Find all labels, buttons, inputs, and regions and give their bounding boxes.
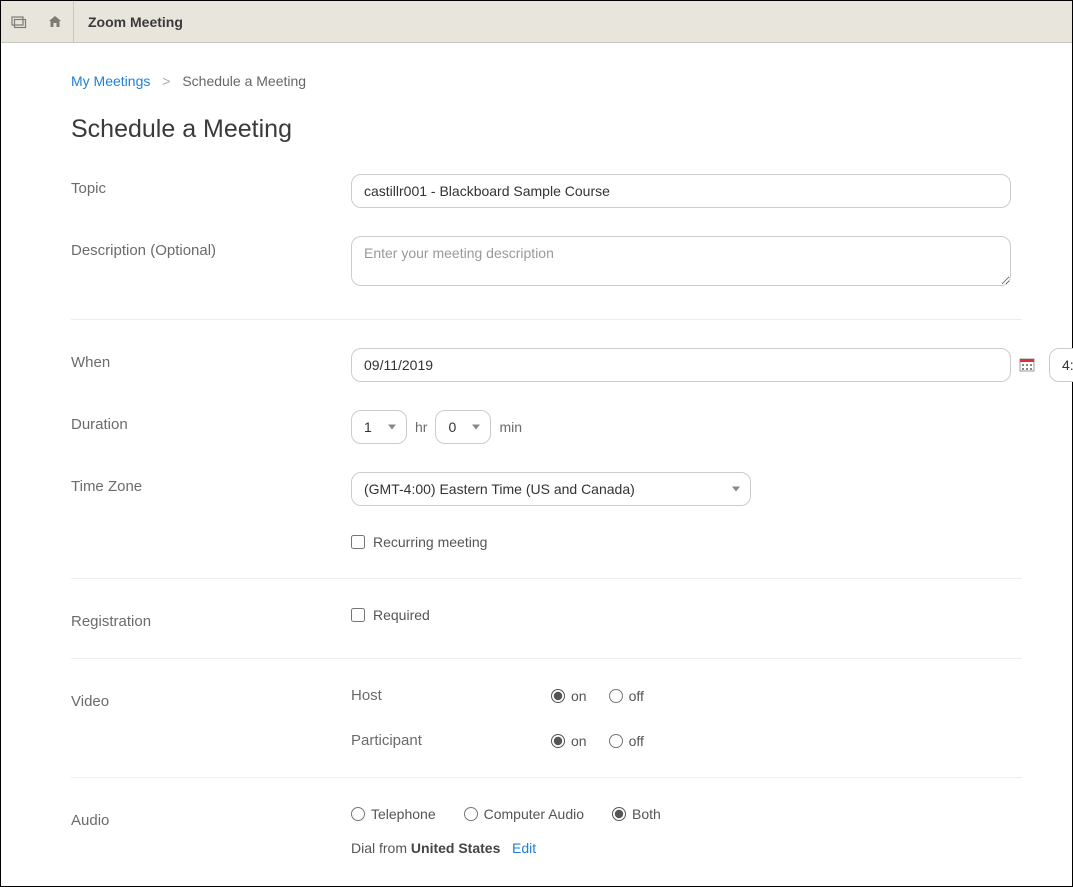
timezone-select[interactable]: (GMT-4:00) Eastern Time (US and Canada) [351,472,751,506]
recurring-checkbox-row[interactable]: Recurring meeting [351,534,1022,550]
video-host-on[interactable]: on [551,688,587,704]
timezone-label: Time Zone [71,472,351,495]
when-label: When [71,348,351,371]
video-participant-on[interactable]: on [551,733,587,749]
registration-required-label: Required [373,607,430,623]
audio-telephone[interactable]: Telephone [351,806,436,822]
video-host-off-radio[interactable] [609,689,623,703]
breadcrumb-current: Schedule a Meeting [182,73,306,89]
audio-both[interactable]: Both [612,806,661,822]
video-label: Video [71,687,351,710]
dial-from-edit-link[interactable]: Edit [512,840,536,856]
duration-min-select[interactable]: 0 [435,410,491,444]
topic-label: Topic [71,174,351,197]
registration-required-row[interactable]: Required [351,607,1022,623]
home-icon[interactable] [37,1,73,42]
dial-from-country: United States [411,840,500,856]
page-title: Schedule a Meeting [71,115,1022,144]
description-label: Description (Optional) [71,236,351,259]
min-label: min [499,419,522,435]
video-host-on-radio[interactable] [551,689,565,703]
window-icon[interactable] [1,1,37,42]
topic-input[interactable] [351,174,1011,208]
time-value: 4:00 [1062,357,1073,373]
registration-label: Registration [71,607,351,630]
duration-hr-select[interactable]: 1 [351,410,407,444]
video-participant-off-radio[interactable] [609,734,623,748]
breadcrumb-separator: > [162,73,170,89]
topbar: Zoom Meeting [1,1,1072,43]
audio-both-radio[interactable] [612,807,626,821]
breadcrumb: My Meetings > Schedule a Meeting [71,73,1022,89]
duration-min-value: 0 [448,419,456,435]
date-input[interactable] [351,348,1011,382]
topbar-title: Zoom Meeting [74,1,197,42]
breadcrumb-parent-link[interactable]: My Meetings [71,73,150,89]
calendar-icon[interactable] [1019,357,1035,373]
description-textarea[interactable] [351,236,1011,286]
audio-telephone-radio[interactable] [351,807,365,821]
time-select[interactable]: 4:00 [1049,348,1073,382]
audio-computer[interactable]: Computer Audio [464,806,584,822]
video-host-off[interactable]: off [609,688,644,704]
hr-label: hr [415,419,427,435]
dial-from-prefix: Dial from [351,840,407,856]
registration-required-checkbox[interactable] [351,608,365,622]
recurring-label: Recurring meeting [373,534,487,550]
audio-computer-radio[interactable] [464,807,478,821]
dial-from-line: Dial from United States Edit [351,840,1022,856]
video-participant-off[interactable]: off [609,733,644,749]
video-participant-on-radio[interactable] [551,734,565,748]
video-host-label: Host [351,687,551,704]
duration-hr-value: 1 [364,419,372,435]
audio-label: Audio [71,806,351,829]
video-participant-label: Participant [351,732,551,749]
duration-label: Duration [71,410,351,433]
recurring-checkbox[interactable] [351,535,365,549]
timezone-value: (GMT-4:00) Eastern Time (US and Canada) [364,481,635,497]
